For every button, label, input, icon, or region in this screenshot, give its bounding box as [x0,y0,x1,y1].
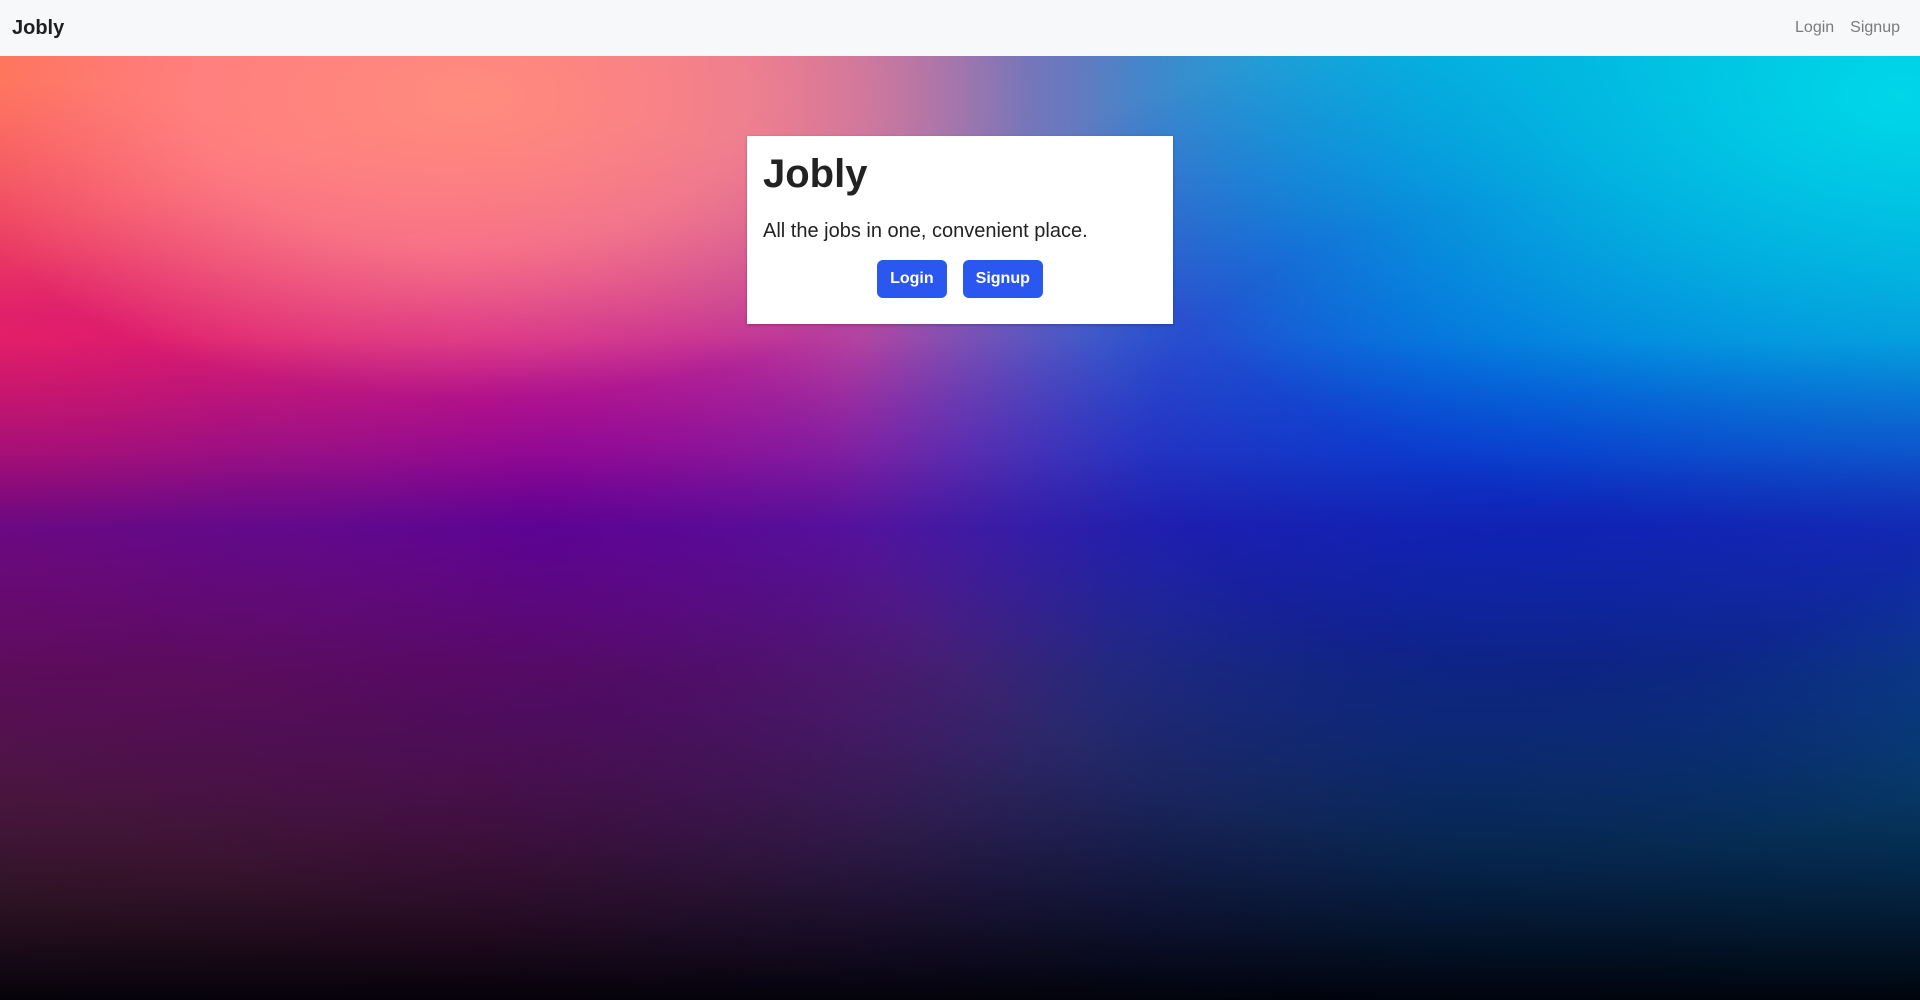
nav-signup-link[interactable]: Signup [1850,19,1900,37]
nav-links: Login Signup [1795,19,1900,37]
top-navbar: Jobly Login Signup [0,0,1920,56]
nav-login-link[interactable]: Login [1795,19,1834,37]
signup-button[interactable]: Signup [962,260,1043,298]
cta-buttons: Login Signup [763,260,1157,298]
jumbotron-card: Jobly All the jobs in one, convenient pl… [747,136,1173,324]
brand-link[interactable]: Jobly [12,17,64,40]
page-title: Jobly [763,152,868,196]
tagline: All the jobs in one, convenient place. [763,220,1088,242]
login-button[interactable]: Login [877,260,947,298]
